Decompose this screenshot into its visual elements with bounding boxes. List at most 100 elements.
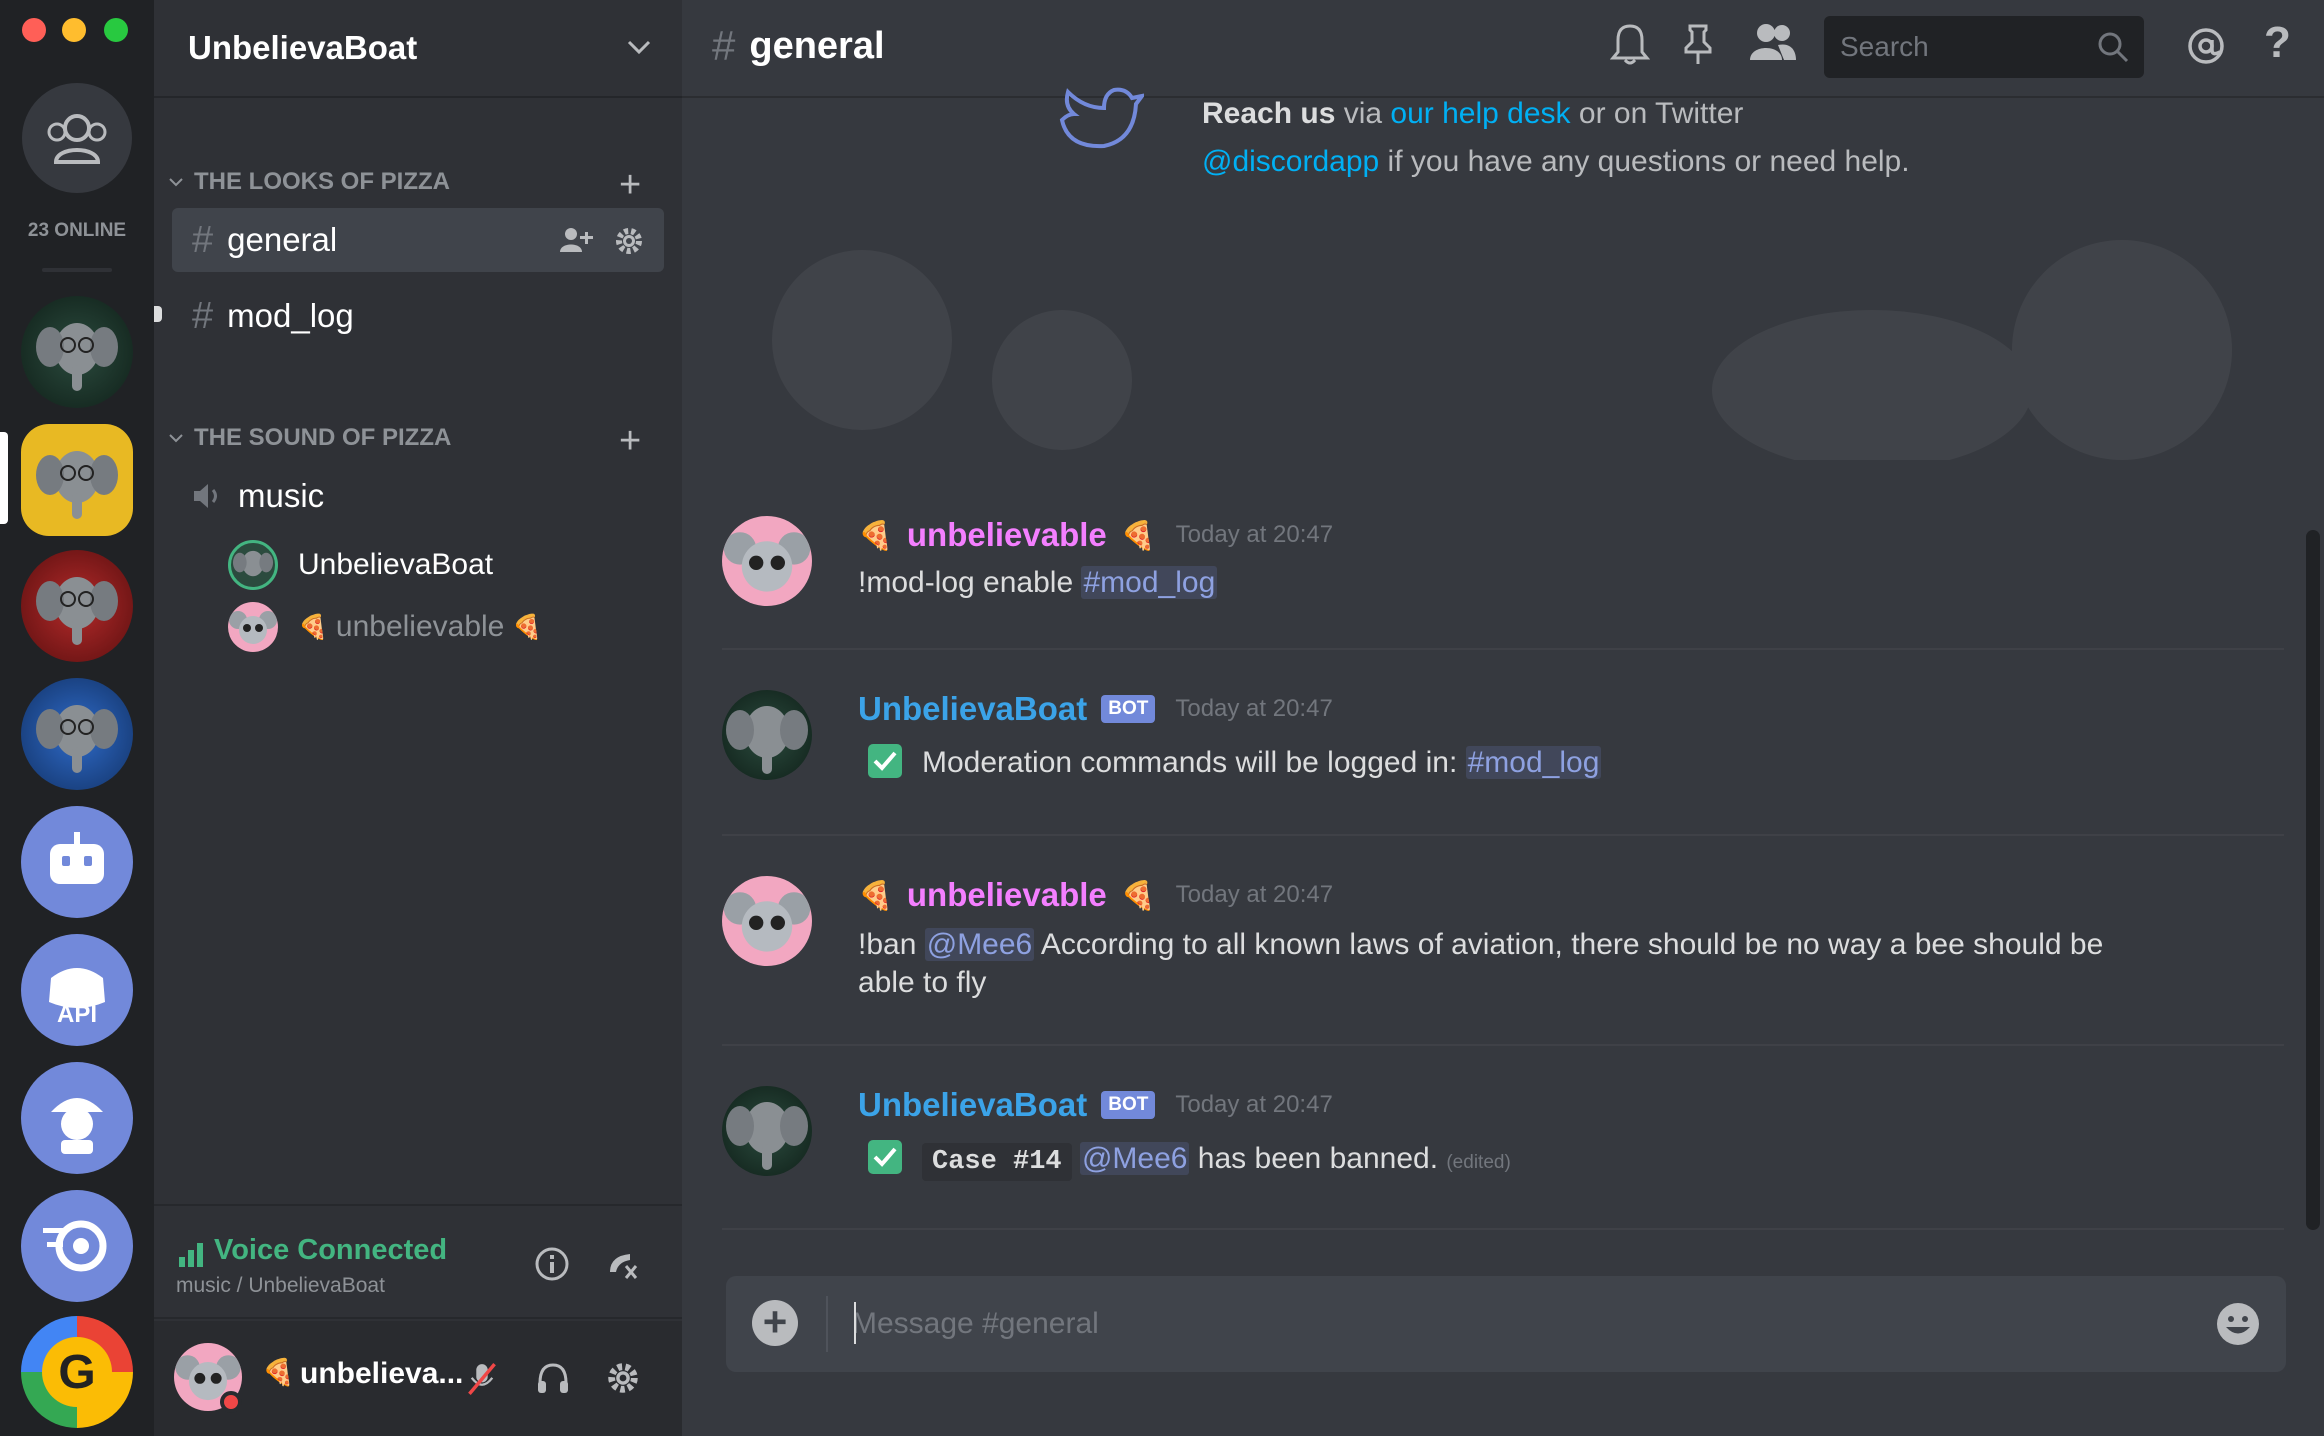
voice-status[interactable]: Voice Connected — [214, 1234, 447, 1267]
muted-mic-icon[interactable] — [466, 1361, 498, 1397]
avatar — [228, 540, 278, 590]
message-text: According to all known laws of aviation,… — [858, 928, 2104, 999]
server-detective[interactable] — [21, 1062, 133, 1174]
pin-icon[interactable] — [1682, 22, 1714, 66]
avatar[interactable] — [722, 876, 812, 966]
current-username[interactable]: unbelieva... — [300, 1357, 463, 1391]
user-mention[interactable]: @Mee6 — [1079, 1142, 1190, 1175]
info-icon[interactable] — [534, 1246, 570, 1282]
message-author[interactable]: UnbelievaBoat — [858, 1086, 1087, 1124]
category-sound-of-pizza[interactable]: THE SOUND OF PIZZA + — [166, 420, 641, 462]
invite-icon[interactable] — [558, 226, 594, 254]
server-google[interactable]: G — [21, 1316, 133, 1428]
minimize-window-button[interactable] — [62, 18, 86, 42]
twitter-icon — [1059, 87, 1144, 149]
pizza-icon: 🍕 — [512, 613, 543, 641]
message-body: !ban @Mee6 According to all known laws o… — [858, 926, 2158, 1002]
elephant-icon — [36, 577, 118, 645]
help-icon[interactable]: ? — [2264, 18, 2291, 68]
voice-location: music / UnbelievaBoat — [176, 1274, 385, 1297]
add-channel-icon[interactable]: + — [619, 420, 641, 463]
help-desk-link[interactable]: our help desk — [1390, 97, 1570, 130]
pizza-icon: 🍕 — [858, 519, 893, 551]
members-icon[interactable] — [1748, 22, 1798, 62]
pizza-icon: 🍕 — [858, 879, 893, 911]
background-decoration — [772, 240, 2232, 460]
message-input[interactable] — [852, 1300, 2182, 1348]
message-timestamp: Today at 20:47 — [1175, 521, 1334, 548]
guild-header[interactable]: UnbelievaBoat — [154, 0, 682, 98]
chat-header: # general Search ? — [682, 0, 2324, 98]
message: 🍕 unbelievable 🍕 Today at 20:47 !ban @Me… — [722, 876, 2284, 1006]
upload-button[interactable]: + — [752, 1300, 798, 1346]
channel-label: mod_log — [227, 297, 354, 334]
welcome-text: if you have any questions or need help. — [1379, 145, 1910, 178]
elephant-icon — [726, 706, 808, 774]
channel-sidebar: UnbelievaBoat THE LOOKS OF PIZZA + # gen… — [154, 0, 713, 1436]
server-elephant-green[interactable] — [21, 296, 133, 408]
pizza-icon: 🍕 — [262, 1357, 295, 1387]
friends-icon — [47, 114, 107, 164]
voice-user-name: unbelievable — [335, 610, 505, 643]
server-elephant-red[interactable] — [21, 550, 133, 662]
mention-icon[interactable] — [2186, 26, 2226, 66]
pizza-icon: 🍕 — [298, 613, 328, 641]
disconnect-icon[interactable] — [604, 1246, 640, 1282]
gear-icon[interactable] — [614, 226, 644, 256]
message-body: Moderation commands will be logged in: #… — [868, 744, 1602, 782]
gear-icon[interactable] — [606, 1361, 640, 1395]
message-author[interactable]: unbelievable — [907, 876, 1107, 914]
avatar[interactable] — [722, 690, 812, 780]
google-icon: G — [42, 1337, 112, 1407]
headphones-icon[interactable] — [536, 1361, 570, 1395]
category-label: THE LOOKS OF PIZZA — [194, 168, 450, 195]
channel-mention[interactable]: #mod_log — [1081, 566, 1218, 599]
elephant-icon — [36, 323, 118, 391]
server-elephant-blue[interactable] — [21, 678, 133, 790]
zoom-window-button[interactable] — [104, 18, 128, 42]
message-text: !ban — [858, 928, 925, 961]
channel-label: music — [238, 477, 325, 514]
voice-channel-music[interactable]: music — [172, 464, 664, 528]
hash-icon: # — [192, 294, 214, 337]
pizza-icon: 🍕 — [1120, 519, 1156, 551]
close-window-button[interactable] — [22, 18, 46, 42]
avatar[interactable] — [722, 516, 812, 606]
koala-icon — [229, 611, 277, 644]
voice-user-unbelievaboat[interactable]: UnbelievaBoat — [228, 540, 493, 590]
chat-scrollbar[interactable] — [2306, 530, 2320, 1230]
server-discord-api[interactable]: API — [21, 934, 133, 1046]
message-author[interactable]: UnbelievaBoat — [858, 690, 1087, 728]
friends-home-button[interactable] — [22, 83, 132, 193]
message-author[interactable]: unbelievable — [907, 516, 1107, 554]
welcome-text: via — [1335, 97, 1391, 130]
message-divider — [722, 1228, 2284, 1230]
elephant-icon — [36, 451, 118, 519]
text-caret — [854, 1302, 856, 1344]
bell-icon[interactable] — [1610, 22, 1650, 66]
chevron-down-icon — [169, 434, 183, 443]
server-elephant-yellow[interactable] — [21, 424, 133, 536]
online-count: 23 ONLINE — [27, 220, 127, 241]
voice-user-unbelievable[interactable]: 🍕 unbelievable 🍕 — [228, 602, 713, 652]
channel-general[interactable]: # general — [172, 208, 664, 272]
user-mention[interactable]: @Mee6 — [924, 928, 1035, 961]
channel-mod-log[interactable]: # mod_log — [172, 284, 664, 348]
category-looks-of-pizza[interactable]: THE LOOKS OF PIZZA + — [166, 164, 641, 206]
message-divider — [722, 648, 2284, 650]
twitter-link[interactable]: @discordapp — [1202, 145, 1379, 178]
search-input[interactable]: Search — [1824, 16, 2144, 78]
add-channel-icon[interactable]: + — [619, 164, 641, 207]
message-text: Moderation commands will be logged in: — [922, 746, 1466, 779]
emoji-icon[interactable] — [2214, 1300, 2262, 1348]
composer-divider — [826, 1296, 828, 1352]
avatar[interactable] — [722, 1086, 812, 1176]
voice-user-name: UnbelievaBoat — [298, 548, 494, 581]
server-bot[interactable] — [21, 806, 133, 918]
page-title: # general — [712, 22, 885, 70]
server-speed[interactable] — [21, 1190, 133, 1302]
svg-text:API: API — [57, 1001, 97, 1028]
message: UnbelievaBoat BOT Today at 20:47 Case #1… — [722, 1086, 2284, 1196]
welcome-help-text: Reach us via our help desk or on Twitter… — [1202, 90, 2102, 186]
channel-mention[interactable]: #mod_log — [1465, 746, 1602, 779]
